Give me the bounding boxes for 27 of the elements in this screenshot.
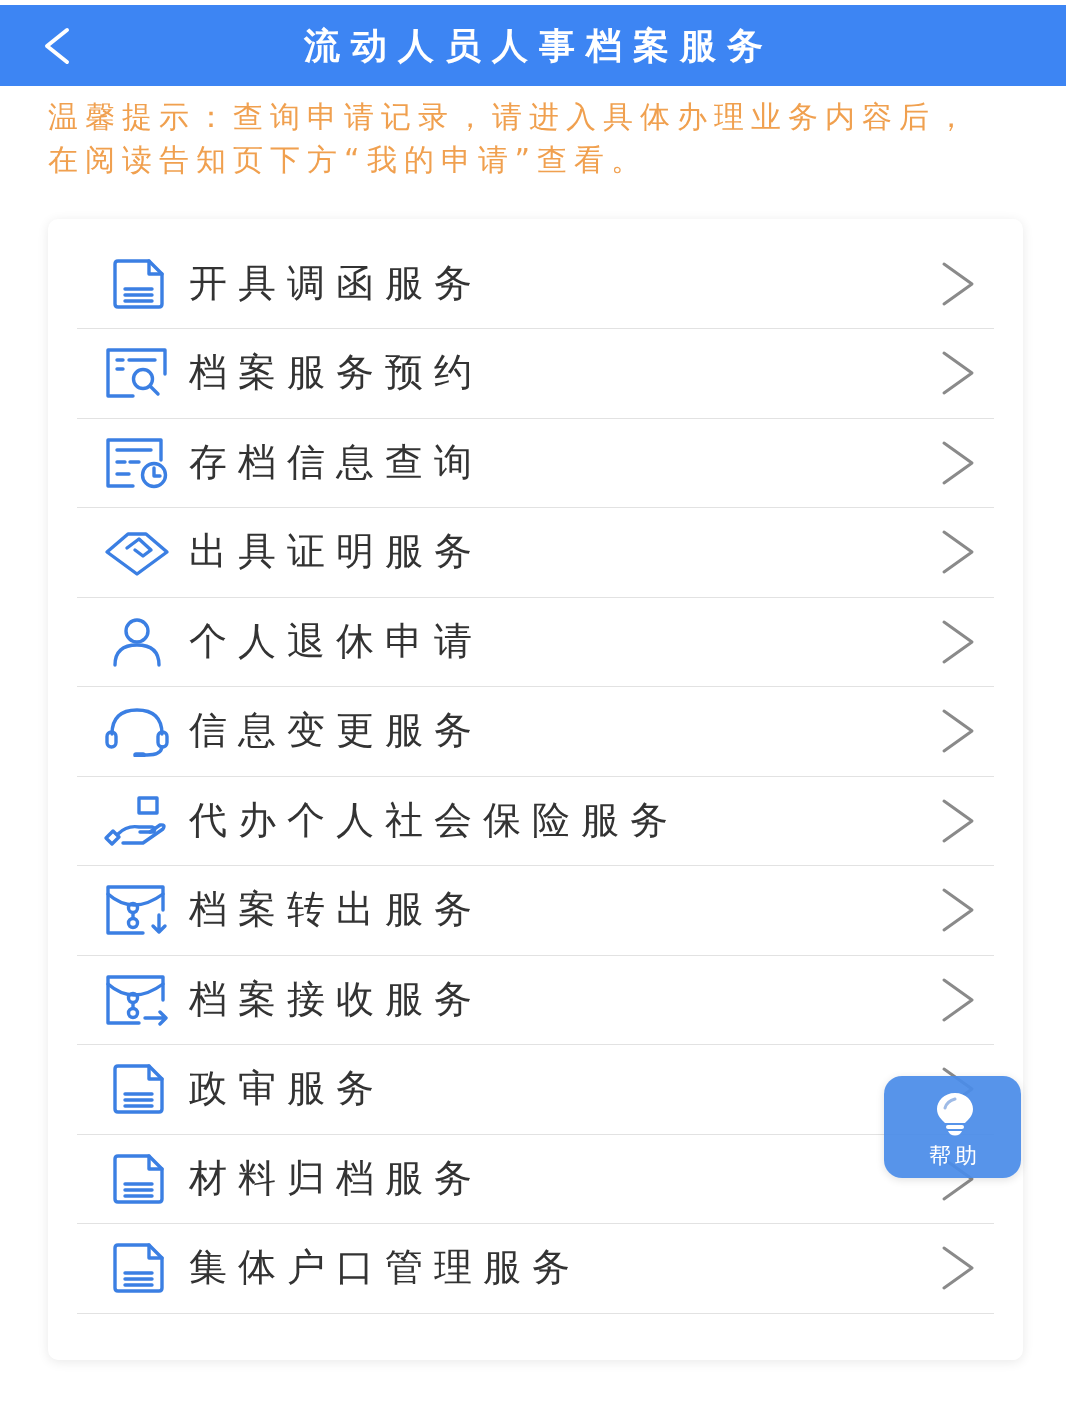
service-item[interactable]: 出具证明服务 <box>77 520 483 585</box>
chevron-right-icon <box>940 618 976 665</box>
service-item[interactable]: 存档信息查询 <box>77 430 483 495</box>
service-item[interactable]: 档案接收服务 <box>77 967 483 1032</box>
chevron-right-icon <box>940 708 976 755</box>
headset-icon <box>103 705 171 758</box>
service-item[interactable]: 档案转出服务 <box>77 878 483 943</box>
service-item[interactable]: 档案服务预约 <box>77 341 483 406</box>
service-item[interactable]: 信息变更服务 <box>77 699 483 764</box>
page-title: 流动人员人事档案服务 <box>302 23 774 68</box>
chevron-right-icon <box>940 350 976 397</box>
service-item[interactable]: 材料归档服务 <box>77 1146 483 1211</box>
chevron-right-icon <box>940 260 976 307</box>
service-item[interactable]: 集体户口管理服务 <box>77 1236 581 1301</box>
service-item[interactable]: 开具调函服务 <box>77 251 483 316</box>
chevron-right-icon <box>940 797 976 844</box>
chevron-left-icon <box>42 26 72 65</box>
service-item[interactable]: 代办个人社会保险服务 <box>77 788 679 853</box>
chevron-right-icon <box>940 976 976 1023</box>
service-item[interactable]: 政审服务 <box>77 1057 385 1122</box>
chevron-right-icon <box>940 1245 976 1292</box>
notice-text: 温馨提示：查询申请记录，请进入具体办理业务内容后，在阅读告知页下方“我的申请”查看。 <box>48 98 974 179</box>
service-item[interactable]: 个人退休申请 <box>77 609 483 674</box>
chevron-right-icon <box>940 439 976 486</box>
chevron-right-icon <box>940 529 976 576</box>
envelope-right-arrow-icon <box>103 973 171 1026</box>
chevron-right-icon <box>940 887 976 934</box>
